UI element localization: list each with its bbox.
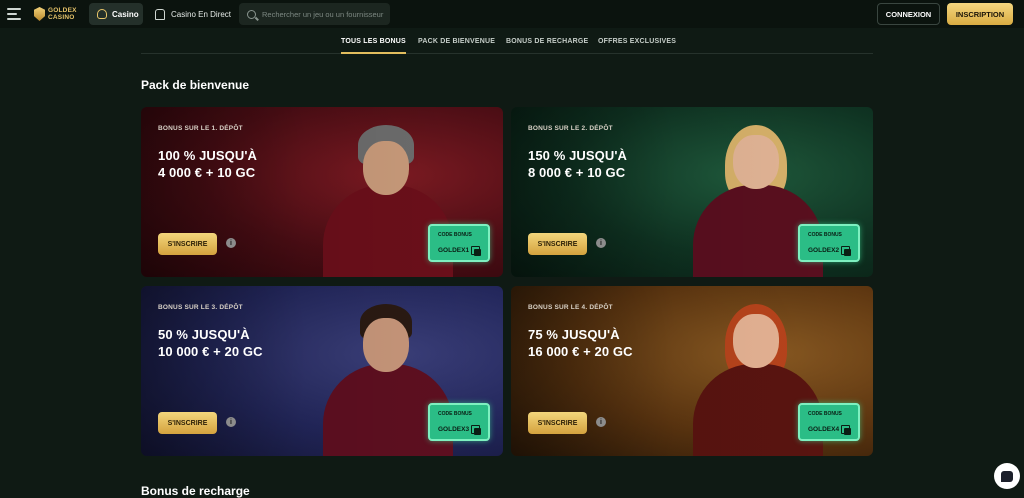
bonus-code-label: CODE BONUS bbox=[808, 411, 842, 417]
chat-launcher[interactable] bbox=[994, 463, 1020, 489]
bonus-card-4: BONUS SUR LE 4. DÉPÔT 75 % JUSQU'À 16 00… bbox=[511, 286, 873, 456]
card-offer-line1: 150 % JUSQU'À bbox=[528, 148, 628, 163]
top-bar: GOLDEX CASINO Casino Casino En Direct CO… bbox=[0, 0, 1024, 28]
search-box[interactable] bbox=[239, 3, 390, 25]
card-tag: BONUS SUR LE 2. DÉPÔT bbox=[528, 125, 613, 132]
logo-line1: GOLDEX bbox=[48, 7, 77, 14]
card-offer-line1: 75 % JUSQU'À bbox=[528, 327, 620, 342]
search-icon bbox=[247, 9, 256, 19]
bonus-code-value: GOLDEX2 bbox=[808, 247, 840, 254]
bonus-card-1: BONUS SUR LE 1. DÉPÔT 100 % JUSQU'À 4 00… bbox=[141, 107, 503, 277]
info-icon[interactable]: i bbox=[596, 238, 606, 248]
info-icon[interactable]: i bbox=[596, 417, 606, 427]
section-title-reload: Bonus de recharge bbox=[141, 484, 250, 498]
signup-cta-button[interactable]: S'INSCRIRE bbox=[158, 233, 217, 255]
bonus-code-badge[interactable]: CODE BONUS GOLDEX1 bbox=[428, 224, 490, 262]
info-icon[interactable]: i bbox=[226, 417, 236, 427]
card-offer-line2: 16 000 € + 20 GC bbox=[528, 344, 633, 359]
card-offer-line2: 4 000 € + 10 GC bbox=[158, 165, 256, 180]
signup-cta-button[interactable]: S'INSCRIRE bbox=[158, 412, 217, 434]
card-tag: BONUS SUR LE 3. DÉPÔT bbox=[158, 304, 243, 311]
spade-icon bbox=[97, 9, 107, 19]
tab-welcome-pack[interactable]: PACK DE BIENVENUE bbox=[418, 38, 495, 45]
bonus-code-value: GOLDEX1 bbox=[438, 247, 470, 254]
signup-cta-button[interactable]: S'INSCRIRE bbox=[528, 412, 587, 434]
logo-line2: CASINO bbox=[48, 14, 75, 21]
menu-icon[interactable] bbox=[7, 8, 21, 20]
nav-casino-label: Casino bbox=[112, 9, 139, 19]
tab-all-bonuses[interactable]: TOUS LES BONUS bbox=[341, 38, 406, 54]
nav-live-casino-label: Casino En Direct bbox=[171, 9, 232, 19]
bonus-code-label: CODE BONUS bbox=[438, 411, 472, 417]
card-offer-line2: 8 000 € + 10 GC bbox=[528, 165, 626, 180]
bonus-code-value: GOLDEX3 bbox=[438, 426, 470, 433]
copy-icon[interactable] bbox=[841, 246, 851, 256]
bonus-code-badge[interactable]: CODE BONUS GOLDEX4 bbox=[798, 403, 860, 441]
bonus-tabs: TOUS LES BONUS PACK DE BIENVENUE BONUS D… bbox=[141, 34, 873, 54]
chat-icon bbox=[1001, 470, 1013, 482]
copy-icon[interactable] bbox=[841, 425, 851, 435]
bonus-code-badge[interactable]: CODE BONUS GOLDEX2 bbox=[798, 224, 860, 262]
section-title-welcome: Pack de bienvenue bbox=[141, 78, 250, 92]
bonus-code-badge[interactable]: CODE BONUS GOLDEX3 bbox=[428, 403, 490, 441]
info-icon[interactable]: i bbox=[226, 238, 236, 248]
dealer-icon bbox=[155, 8, 165, 20]
bonus-code-label: CODE BONUS bbox=[438, 232, 472, 238]
signup-button[interactable]: INSCRIPTION bbox=[947, 3, 1013, 25]
logo[interactable]: GOLDEX CASINO bbox=[34, 6, 78, 22]
nav-casino[interactable]: Casino bbox=[89, 3, 143, 25]
nav-live-casino[interactable]: Casino En Direct bbox=[155, 3, 231, 25]
logo-shield-icon bbox=[34, 7, 45, 21]
card-offer-line2: 10 000 € + 20 GC bbox=[158, 344, 263, 359]
login-button[interactable]: CONNEXION bbox=[877, 3, 940, 25]
bonus-code-value: GOLDEX4 bbox=[808, 426, 840, 433]
bonus-code-label: CODE BONUS bbox=[808, 232, 842, 238]
tab-exclusive-offers[interactable]: OFFRES EXCLUSIVES bbox=[598, 38, 676, 45]
card-offer-line1: 100 % JUSQU'À bbox=[158, 148, 258, 163]
card-tag: BONUS SUR LE 1. DÉPÔT bbox=[158, 125, 243, 132]
signup-cta-button[interactable]: S'INSCRIRE bbox=[528, 233, 587, 255]
card-offer-line1: 50 % JUSQU'À bbox=[158, 327, 250, 342]
card-tag: BONUS SUR LE 4. DÉPÔT bbox=[528, 304, 613, 311]
copy-icon[interactable] bbox=[471, 246, 481, 256]
search-input[interactable] bbox=[262, 9, 387, 19]
tab-reload-bonus[interactable]: BONUS DE RECHARGE bbox=[506, 38, 588, 45]
bonus-card-2: BONUS SUR LE 2. DÉPÔT 150 % JUSQU'À 8 00… bbox=[511, 107, 873, 277]
bonus-card-3: BONUS SUR LE 3. DÉPÔT 50 % JUSQU'À 10 00… bbox=[141, 286, 503, 456]
copy-icon[interactable] bbox=[471, 425, 481, 435]
